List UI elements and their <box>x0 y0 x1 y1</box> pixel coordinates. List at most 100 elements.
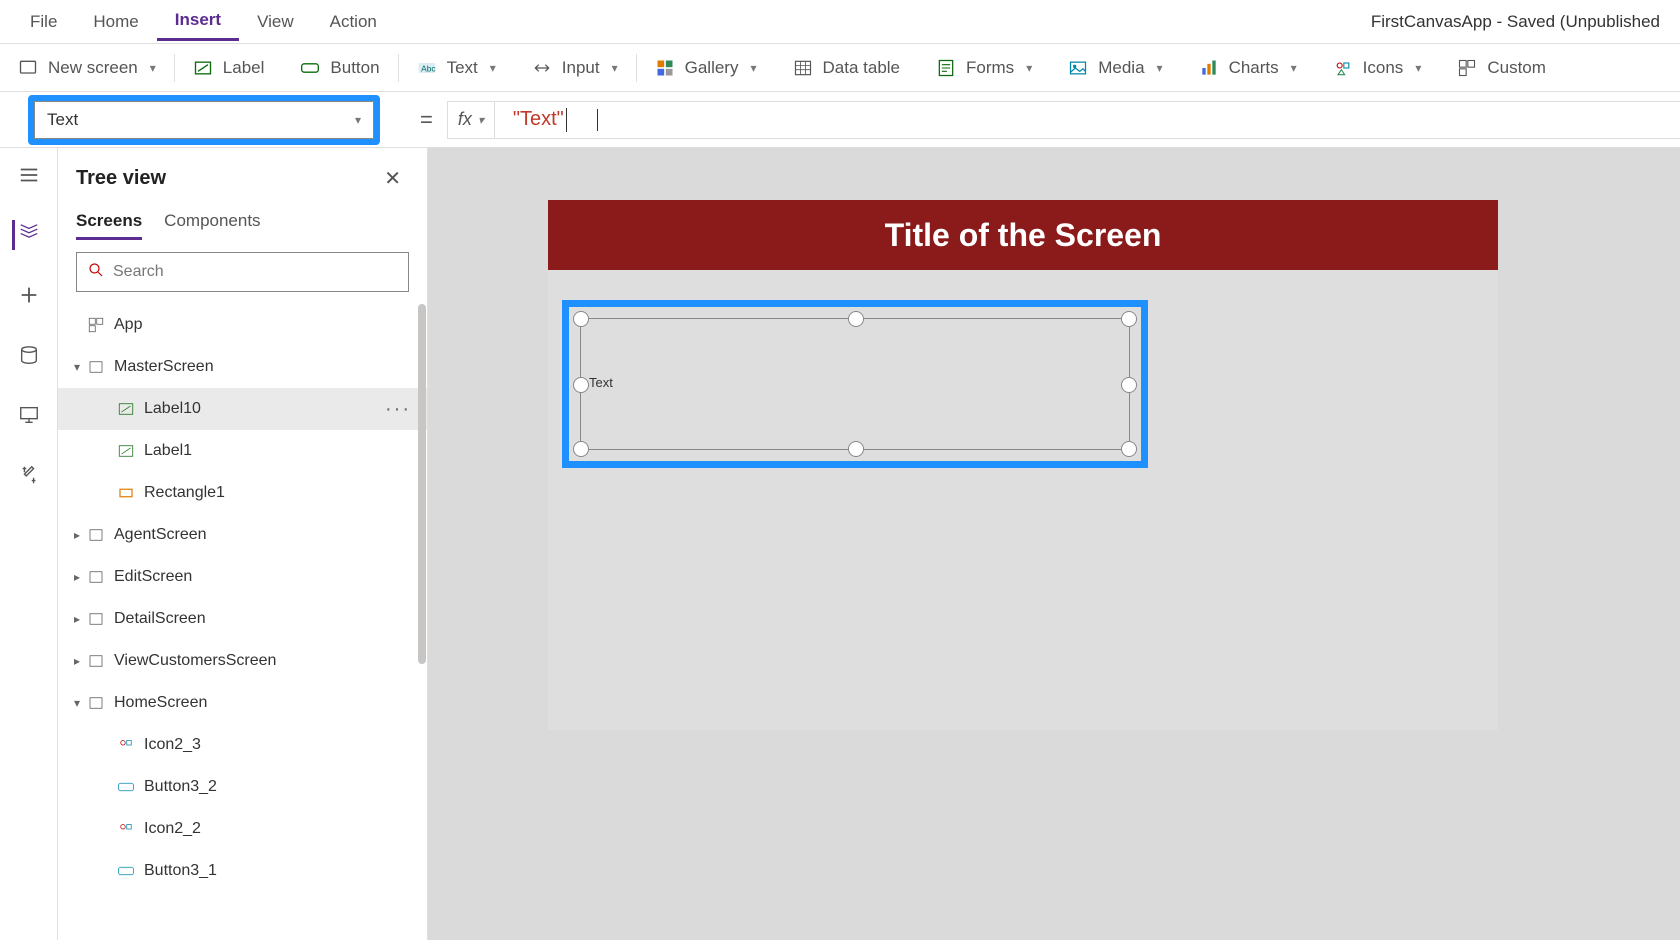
tree-node-rectangle1[interactable]: Rectangle1 <box>58 472 427 514</box>
rectangle-icon <box>116 483 136 503</box>
menu-home[interactable]: Home <box>75 4 156 40</box>
datatable-button[interactable]: Data table <box>775 44 919 92</box>
tree-node-icon22[interactable]: Icon2_2 <box>58 808 427 850</box>
new-screen-label: New screen <box>48 58 138 78</box>
media-button[interactable]: Media ▾ <box>1050 44 1180 92</box>
chevron-down-icon: ▾ <box>1026 61 1032 75</box>
canvas-area[interactable]: Title of the Screen Text <box>428 148 1680 940</box>
expand-icon[interactable]: ▾ <box>68 360 86 374</box>
text-button[interactable]: Abc Text ▾ <box>399 44 514 92</box>
resize-handle[interactable] <box>848 311 864 327</box>
ribbon-bar: New screen ▾ Label Button Abc Text ▾ Inp… <box>0 44 1680 92</box>
new-screen-button[interactable]: New screen ▾ <box>0 44 174 92</box>
expand-icon[interactable]: ▾ <box>68 696 86 710</box>
resize-handle[interactable] <box>573 311 589 327</box>
custom-icon <box>1457 58 1477 78</box>
resize-handle[interactable] <box>573 377 589 393</box>
text-icon: Abc <box>417 58 437 78</box>
forms-button[interactable]: Forms ▾ <box>918 44 1050 92</box>
chevron-down-icon: ▾ <box>490 61 496 75</box>
tree-node-homescreen[interactable]: ▾ HomeScreen <box>58 682 427 724</box>
tab-screens[interactable]: Screens <box>76 205 142 240</box>
close-icon[interactable]: ✕ <box>376 162 409 195</box>
charts-button[interactable]: Charts ▾ <box>1181 44 1315 92</box>
input-icon <box>532 58 552 78</box>
tree-node-masterscreen[interactable]: ▾ MasterScreen <box>58 346 427 388</box>
button-icon <box>300 58 320 78</box>
resize-handle[interactable] <box>848 441 864 457</box>
device-frame: Title of the Screen Text <box>548 200 1498 730</box>
tree-node-editscreen[interactable]: ▸ EditScreen <box>58 556 427 598</box>
property-dropdown-highlight: Text ▾ <box>28 95 380 145</box>
expand-icon[interactable]: ▸ <box>68 612 86 626</box>
gallery-icon <box>655 58 675 78</box>
icon-control-icon <box>116 819 136 839</box>
menu-action[interactable]: Action <box>312 4 395 40</box>
chevron-down-icon: ▾ <box>150 61 156 75</box>
label-icon <box>116 399 136 419</box>
search-input[interactable]: Search <box>76 252 409 292</box>
tools-icon[interactable] <box>14 460 44 490</box>
tree-node-agentscreen[interactable]: ▸ AgentScreen <box>58 514 427 556</box>
add-icon[interactable] <box>14 280 44 310</box>
svg-text:Abc: Abc <box>421 63 435 73</box>
tree-node-detailscreen[interactable]: ▸ DetailScreen <box>58 598 427 640</box>
icons-button[interactable]: Icons ▾ <box>1315 44 1440 92</box>
screen-icon <box>86 693 106 713</box>
formula-input[interactable]: "Text" <box>495 101 1680 139</box>
resize-handle[interactable] <box>573 441 589 457</box>
custom-button-label: Custom <box>1487 58 1546 78</box>
expand-icon[interactable]: ▸ <box>68 654 86 668</box>
menu-insert[interactable]: Insert <box>157 2 239 41</box>
more-icon[interactable]: ··· <box>379 398 417 421</box>
datatable-icon <box>793 58 813 78</box>
input-button[interactable]: Input ▾ <box>514 44 636 92</box>
search-placeholder: Search <box>113 263 164 281</box>
selected-control[interactable]: Text <box>580 318 1130 450</box>
button-button-label: Button <box>330 58 379 78</box>
tree-node-button31[interactable]: Button3_1 <box>58 850 427 892</box>
monitor-icon[interactable] <box>14 400 44 430</box>
tree-node-label1[interactable]: Label1 <box>58 430 427 472</box>
tree-scroll[interactable]: App ▾ MasterScreen Label10 ··· Label1 Re… <box>58 304 427 940</box>
menu-file[interactable]: File <box>12 4 75 40</box>
tree-node-viewcustomersscreen[interactable]: ▸ ViewCustomersScreen <box>58 640 427 682</box>
secondary-cursor <box>597 109 598 131</box>
tree-node-label10[interactable]: Label10 ··· <box>58 388 427 430</box>
icons-icon <box>1333 58 1353 78</box>
screen-title-label[interactable]: Title of the Screen <box>548 200 1498 270</box>
button-button[interactable]: Button <box>282 44 397 92</box>
menu-view[interactable]: View <box>239 4 312 40</box>
icon-control-icon <box>116 735 136 755</box>
resize-handle[interactable] <box>1121 311 1137 327</box>
input-button-label: Input <box>562 58 600 78</box>
resize-handle[interactable] <box>1121 377 1137 393</box>
expand-icon[interactable]: ▸ <box>68 528 86 542</box>
label-icon <box>193 58 213 78</box>
datatable-button-label: Data table <box>823 58 901 78</box>
button-control-icon <box>116 861 136 881</box>
hamburger-icon[interactable] <box>14 160 44 190</box>
label-icon <box>116 441 136 461</box>
tab-components[interactable]: Components <box>164 205 260 240</box>
property-dropdown-value: Text <box>47 110 78 130</box>
scrollbar-thumb[interactable] <box>418 304 426 664</box>
forms-button-label: Forms <box>966 58 1014 78</box>
fx-button[interactable]: fx ▾ <box>447 101 495 139</box>
tree-node-app[interactable]: App <box>58 304 427 346</box>
formula-bar: Text ▾ = fx ▾ "Text" <box>0 92 1680 148</box>
custom-button[interactable]: Custom <box>1439 44 1564 92</box>
tree-node-label: Label1 <box>144 442 192 460</box>
tree-node-label: Label10 <box>144 400 201 418</box>
media-icon <box>1068 58 1088 78</box>
tree-view-icon[interactable] <box>12 220 42 250</box>
tree-node-icon23[interactable]: Icon2_3 <box>58 724 427 766</box>
tree-node-button32[interactable]: Button3_2 <box>58 766 427 808</box>
property-dropdown[interactable]: Text ▾ <box>34 101 374 139</box>
tree-node-label: Icon2_3 <box>144 736 201 754</box>
resize-handle[interactable] <box>1121 441 1137 457</box>
data-icon[interactable] <box>14 340 44 370</box>
label-button[interactable]: Label <box>175 44 283 92</box>
expand-icon[interactable]: ▸ <box>68 570 86 584</box>
gallery-button[interactable]: Gallery ▾ <box>637 44 775 92</box>
